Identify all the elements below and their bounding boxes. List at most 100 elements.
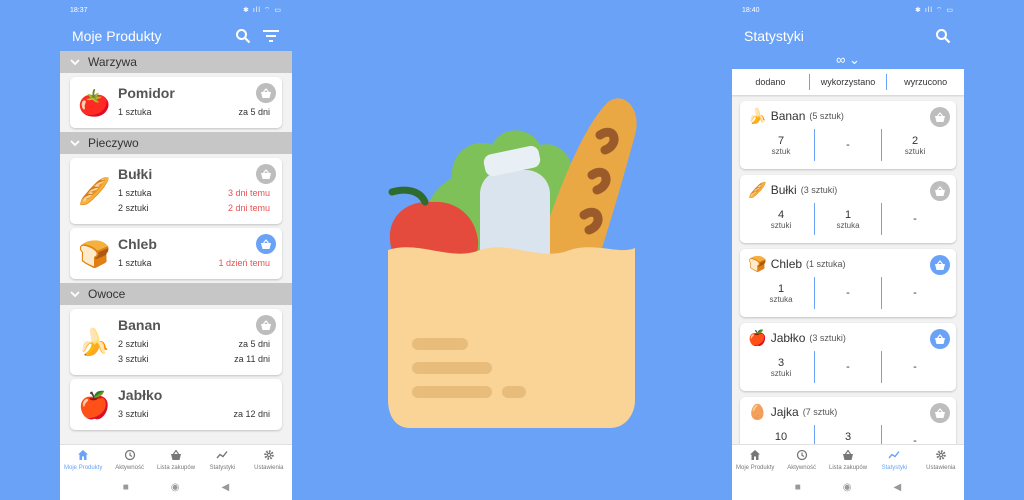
product-card[interactable]: 🍌 Banan 2 sztuki za 5 dni 3 sztuki za 11 dni — [70, 309, 282, 375]
add-to-shopping-list-button[interactable] — [256, 234, 276, 254]
chevron-down-icon — [70, 55, 80, 69]
add-to-shopping-list-button[interactable] — [930, 403, 950, 423]
add-to-shopping-list-button[interactable] — [930, 107, 950, 127]
stat-columns: 3 sztuki - - — [748, 351, 948, 383]
back-icon[interactable]: ◀ — [894, 482, 902, 493]
stat-unit: sztuk — [771, 146, 791, 156]
nav-item-basket[interactable]: Lista zakupów — [825, 445, 871, 474]
tab-dodano[interactable]: dodano — [732, 77, 809, 87]
basket-icon — [170, 448, 182, 463]
product-card[interactable]: 🥖 Bułki 1 sztuka 3 dni temu 2 sztuki 2 dni te… — [70, 158, 282, 224]
stat-value-wyrzucono: - — [882, 277, 948, 309]
status-bar: 18:37 ✱ ıll ⌔ ▭ — [60, 0, 292, 20]
section-header[interactable]: Warzywa — [60, 51, 292, 73]
home-icon — [77, 449, 89, 463]
tab-wykorzystano[interactable]: wykorzystano — [810, 77, 887, 87]
add-to-shopping-list-button[interactable] — [256, 164, 276, 184]
product-card[interactable]: 🍎 Jabłko 3 sztuki za 12 dni — [70, 379, 282, 430]
stat-card[interactable]: 🍎 Jabłko (3 sztuki) 3 sztuki - - — [740, 323, 956, 391]
product-batch-row: 1 sztuka za 5 dni — [118, 105, 272, 120]
chart-icon — [216, 449, 228, 463]
batch-expiry: 1 dzień temu — [218, 258, 270, 268]
nav-item-history[interactable]: Aktywność — [106, 445, 152, 474]
status-time: 18:40 — [742, 6, 760, 14]
product-name: Jajka — [770, 405, 799, 419]
stat-card[interactable]: 🍌 Banan (5 sztuk) 7 sztuk - 2 sztuki — [740, 101, 956, 169]
batch-expiry: za 11 dni — [234, 354, 270, 364]
stat-number: 3 — [844, 430, 852, 443]
product-image: 🍎 — [748, 330, 767, 347]
filter-icon[interactable] — [262, 27, 280, 45]
recent-apps-icon[interactable]: ■ — [795, 482, 801, 493]
basket-icon — [842, 448, 854, 463]
search-icon[interactable] — [934, 27, 952, 45]
nav-label: Aktywność — [787, 464, 816, 471]
stat-card-header: 🍌 Banan (5 sztuk) — [748, 107, 948, 125]
section-header[interactable]: Owoce — [60, 283, 292, 305]
pepper-stem — [388, 186, 429, 206]
stat-number: - — [846, 139, 850, 151]
add-to-shopping-list-button[interactable] — [256, 83, 276, 103]
batch-expiry: 3 dni temu — [227, 188, 270, 198]
add-to-shopping-list-button[interactable] — [930, 181, 950, 201]
stat-columns: 4 sztuki 1 sztuka - — [748, 203, 948, 235]
add-to-shopping-list-button[interactable] — [930, 329, 950, 349]
back-icon[interactable]: ◀ — [222, 482, 230, 493]
nav-label: Moje Produkty — [736, 464, 775, 471]
stat-value-wykorzystano: 1 sztuka — [815, 203, 881, 235]
page-title: Statystyki — [744, 27, 804, 44]
nav-item-gear[interactable]: Ustawienia — [918, 445, 964, 474]
stat-card[interactable]: 🥖 Bułki (3 sztuki) 4 sztuki 1 sztuka - — [740, 175, 956, 243]
home-button-icon[interactable]: ◉ — [171, 482, 180, 493]
stat-card[interactable]: 🍞 Chleb (1 sztuka) 1 sztuka - - — [740, 249, 956, 317]
product-batch-row: 2 sztuki 2 dni temu — [118, 201, 272, 216]
product-count: (3 sztuki) — [809, 333, 846, 343]
add-to-shopping-list-button[interactable] — [256, 315, 276, 335]
stat-value-wykorzystano: 3sztuki — [815, 425, 881, 445]
product-card[interactable]: 🍞 Chleb 1 sztuka 1 dzień temu — [70, 228, 282, 279]
add-to-shopping-list-button[interactable] — [930, 255, 950, 275]
status-icons: ✱ ıll ⌔ ▭ — [243, 6, 282, 14]
bottom-navigation: Moje Produkty Aktywność Lista zakupów Staty… — [732, 444, 964, 474]
section-header[interactable]: Pieczywo — [60, 132, 292, 154]
product-image: 🥖 — [78, 176, 111, 206]
period-selector[interactable]: ∞ ⌄ — [732, 51, 964, 69]
nav-label: Lista zakupów — [157, 464, 196, 471]
nav-item-basket[interactable]: Lista zakupów — [153, 445, 199, 474]
stat-unit: sztuka — [836, 220, 860, 230]
chart-icon — [888, 449, 900, 463]
stat-card-header: 🥚 Jajka (7 sztuk) — [748, 403, 948, 421]
product-image: 🍅 — [78, 87, 111, 118]
home-button-icon[interactable]: ◉ — [843, 482, 852, 493]
nav-label: Statystyki — [209, 464, 236, 471]
stat-card-header: 🥖 Bułki (3 sztuki) — [748, 181, 948, 199]
stat-number: 3 — [777, 356, 785, 369]
recent-apps-icon[interactable]: ■ — [123, 482, 129, 493]
product-card[interactable]: 🍅 Pomidor 1 sztuka za 5 dni — [70, 77, 282, 128]
section-label: Pieczywo — [88, 136, 139, 150]
stats-list: 🍌 Banan (5 sztuk) 7 sztuk -2 sztuki 🥖 Bułki (3 sz… — [732, 97, 964, 444]
search-icon[interactable] — [234, 27, 252, 45]
product-image: 🍌 — [748, 108, 767, 125]
nav-item-home[interactable]: Moje Produkty — [732, 445, 778, 474]
product-name: Chleb — [770, 257, 803, 271]
batch-quantity: 1 sztuka — [118, 188, 152, 198]
nav-item-chart[interactable]: Statystyki — [199, 445, 245, 474]
stat-unit: sztuki — [770, 368, 792, 378]
nav-item-history[interactable]: Aktywność — [778, 445, 824, 474]
product-image: 🍞 — [748, 256, 767, 273]
tab-wyrzucono[interactable]: wyrzucono — [887, 77, 964, 87]
stat-number: 7 — [777, 134, 785, 147]
system-navigation: ■ ◉ ◀ — [732, 474, 964, 500]
stat-unit: sztuki — [904, 146, 926, 156]
nav-item-chart[interactable]: Statystyki — [871, 445, 917, 474]
stat-card[interactable]: 🥚Jajka(7 sztuk) 10sztuk3sztuki - — [740, 397, 956, 444]
grocery-bag-illustration — [388, 98, 637, 428]
nav-item-gear[interactable]: Ustawienia — [246, 445, 292, 474]
chevron-down-icon — [70, 287, 80, 301]
stat-number: 2 — [911, 134, 919, 147]
nav-item-home[interactable]: Moje Produkty — [60, 445, 106, 474]
history-icon — [796, 449, 808, 463]
bag-line — [502, 386, 526, 398]
bag-shape — [388, 247, 635, 428]
